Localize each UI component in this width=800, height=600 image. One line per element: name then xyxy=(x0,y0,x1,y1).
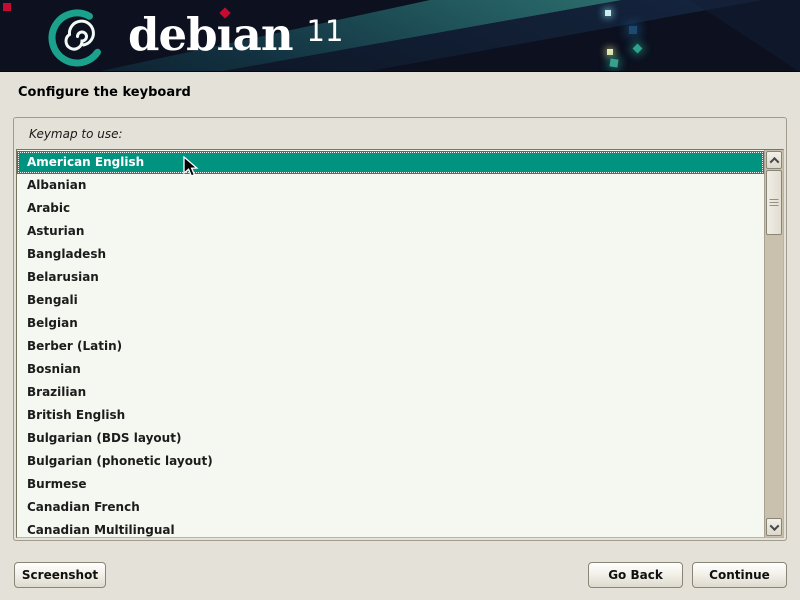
scroll-down-button[interactable] xyxy=(766,518,782,536)
keymap-listbox: American EnglishAlbanianArabicAsturianBa… xyxy=(16,149,784,538)
screenshot-button[interactable]: Screenshot xyxy=(14,562,106,588)
list-item[interactable]: Burmese xyxy=(17,473,764,496)
list-item[interactable]: American English xyxy=(17,151,764,174)
chevron-up-icon xyxy=(769,156,779,166)
scroll-up-button[interactable] xyxy=(766,151,782,169)
banner-decor-square xyxy=(629,26,637,34)
list-item[interactable]: Canadian Multilingual xyxy=(17,519,764,537)
list-item[interactable]: Albanian xyxy=(17,174,764,197)
debian-swirl-logo-icon xyxy=(44,6,114,70)
mouse-cursor xyxy=(183,156,201,178)
list-item[interactable]: Brazilian xyxy=(17,381,764,404)
list-item[interactable]: Asturian xyxy=(17,220,764,243)
list-item[interactable]: Bulgarian (BDS layout) xyxy=(17,427,764,450)
keymap-label: Keymap to use: xyxy=(29,127,123,141)
banner-decor-square xyxy=(607,49,613,55)
list-item[interactable]: British English xyxy=(17,404,764,427)
scrollbar-thumb[interactable] xyxy=(766,170,782,235)
keymap-frame: Keymap to use: American EnglishAlbanianA… xyxy=(13,117,787,541)
debian-wordmark: debıan xyxy=(128,0,293,70)
go-back-button[interactable]: Go Back xyxy=(588,562,683,588)
banner-decor-square xyxy=(633,44,643,54)
list-item[interactable]: Arabic xyxy=(17,197,764,220)
scrollbar[interactable] xyxy=(764,150,783,537)
list-item[interactable]: Canadian French xyxy=(17,496,764,519)
page-title: Configure the keyboard xyxy=(18,85,191,100)
list-item[interactable]: Bulgarian (phonetic layout) xyxy=(17,450,764,473)
list-item[interactable]: Belgian xyxy=(17,312,764,335)
installer-banner: debıan 11 xyxy=(0,0,800,72)
list-item[interactable]: Bangladesh xyxy=(17,243,764,266)
list-item[interactable]: Berber (Latin) xyxy=(17,335,764,358)
debian-logotype: debıan 11 xyxy=(128,0,343,72)
banner-decor-square xyxy=(609,58,618,67)
list-item[interactable]: Bengali xyxy=(17,289,764,312)
list-item[interactable]: Belarusian xyxy=(17,266,764,289)
chevron-down-icon xyxy=(769,521,779,531)
banner-red-square xyxy=(3,3,11,11)
scrollbar-grip-icon xyxy=(770,199,779,207)
debian-version: 11 xyxy=(307,14,344,48)
keymap-list: American EnglishAlbanianArabicAsturianBa… xyxy=(17,151,764,537)
list-item[interactable]: Bosnian xyxy=(17,358,764,381)
banner-decor-square xyxy=(605,10,611,16)
continue-button[interactable]: Continue xyxy=(692,562,787,588)
